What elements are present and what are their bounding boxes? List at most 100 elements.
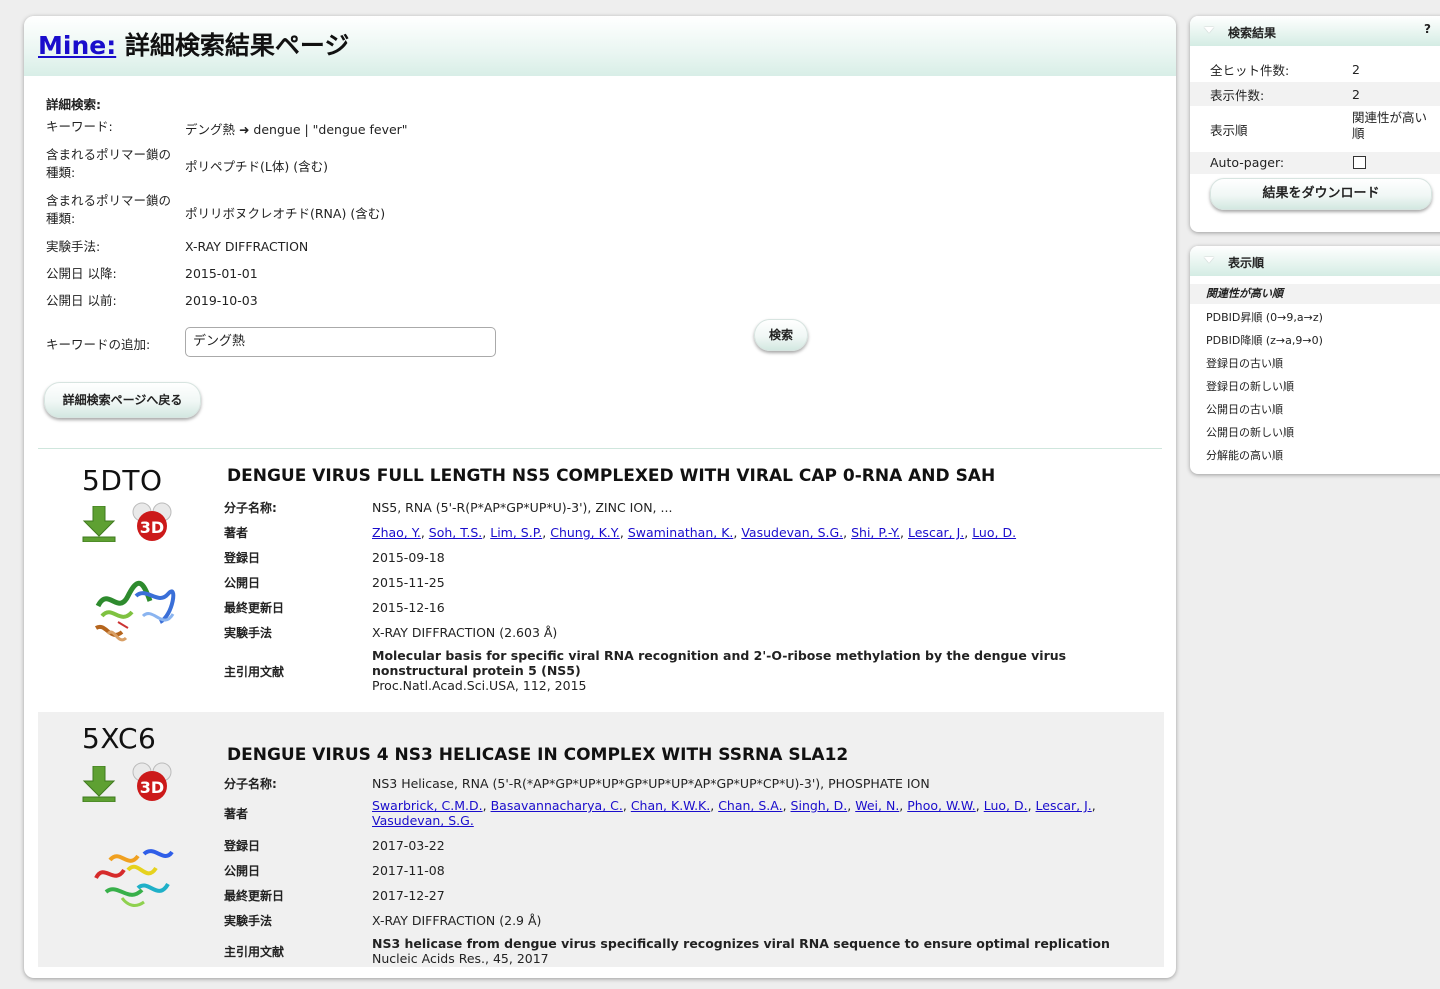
sort-option-pdbid-asc[interactable]: PDBID昇順 (0→9,a→z)	[1206, 309, 1323, 325]
author-link[interactable]: Chung, K.Y.	[550, 525, 620, 540]
criteria-value: ポリペプチド(L体) (含む)	[185, 159, 328, 174]
sort-option-pdbid-desc[interactable]: PDBID降順 (z→a,9→0)	[1206, 332, 1323, 348]
deposited-label: 登録日	[224, 551, 261, 565]
method-value: X-RAY DIFFRACTION (2.9 Å)	[372, 913, 542, 928]
sort-order-label: 表示順	[1210, 123, 1248, 138]
shown-count-row: 表示件数: 2	[1190, 82, 1440, 106]
citation-title[interactable]: nonstructural protein 5 (NS5)	[372, 663, 1066, 678]
author-link[interactable]: Vasudevan, S.G.	[372, 813, 474, 828]
download-arrow-icon[interactable]	[82, 766, 116, 802]
author-link[interactable]: Soh, T.S.	[429, 525, 483, 540]
criteria-label: キーワード:	[46, 119, 113, 134]
authors-line: Vasudevan, S.G.	[372, 813, 1096, 828]
released-value: 2015-11-25	[372, 575, 445, 590]
entry-title[interactable]: DENGUE VIRUS 4 NS3 HELICASE IN COMPLEX W…	[227, 745, 848, 765]
total-hits-label: 全ヒット件数:	[1210, 63, 1290, 78]
autopager-checkbox[interactable]	[1353, 156, 1366, 169]
revised-value: 2017-12-27	[372, 888, 445, 903]
author-link[interactable]: Swarbrick, C.M.D.	[372, 798, 483, 813]
chevron-down-icon	[1204, 27, 1214, 33]
add-keyword-input[interactable]: デング熱	[185, 327, 496, 357]
citation-title[interactable]: NS3 helicase from dengue virus specifica…	[372, 936, 1110, 951]
author-link[interactable]: Chan, K.W.K.	[631, 798, 710, 813]
deposited-value: 2017-03-22	[372, 838, 445, 853]
summary-panel-header[interactable]: 検索結果 ?	[1190, 16, 1440, 46]
molecule-label: 分子名称:	[224, 777, 277, 791]
sort-option-resolution[interactable]: 分解能の高い順	[1206, 447, 1283, 463]
method-label: 実験手法	[224, 914, 273, 928]
total-hits-value: 2	[1352, 62, 1360, 77]
page-title-text: 詳細検索結果ページ	[124, 31, 350, 60]
main-panel: Mine: 詳細検索結果ページ 詳細検索: キーワード: デング熱 ➜ deng…	[24, 16, 1176, 978]
criteria-label: 含まれるポリマー鎖の種類:	[46, 193, 172, 226]
authors-line: Swarbrick, C.M.D., Basavannacharya, C., …	[372, 798, 1096, 813]
released-label: 公開日	[224, 864, 261, 878]
molecule-value: NS5, RNA (5'-R(P*AP*GP*UP*U)-3'), ZINC I…	[372, 500, 673, 515]
sort-order-row: 表示順 関連性が高い順	[1190, 108, 1440, 148]
search-summary-panel: 検索結果 ? 全ヒット件数: 2 表示件数: 2 表示順 関連性が高い順 Aut…	[1190, 16, 1440, 232]
author-link[interactable]: Zhao, Y.	[372, 525, 421, 540]
chevron-down-icon	[1204, 257, 1214, 263]
author-link[interactable]: Luo, D.	[972, 525, 1016, 540]
total-hits-row: 全ヒット件数: 2	[1190, 60, 1440, 80]
citation-journal: Nucleic Acids Res., 45, 2017	[372, 951, 549, 966]
back-to-advanced-search-button[interactable]: 詳細検索ページへ戻る	[44, 382, 201, 418]
author-link[interactable]: Wei, N.	[855, 798, 899, 813]
author-link[interactable]: Phoo, W.W.	[907, 798, 976, 813]
released-label: 公開日	[224, 576, 261, 590]
pdbid[interactable]: 5XC6	[82, 722, 156, 755]
criteria-label: 含まれるポリマー鎖の種類:	[46, 147, 172, 180]
author-link[interactable]: Shi, P.-Y.	[851, 525, 900, 540]
mine-link[interactable]: Mine:	[38, 31, 116, 60]
author-link[interactable]: Swaminathan, K.	[628, 525, 734, 540]
criteria-value: 2019-10-03	[185, 293, 258, 308]
autopager-label: Auto-pager:	[1210, 155, 1285, 170]
search-button[interactable]: 検索	[754, 319, 808, 351]
author-link[interactable]: Basavannacharya, C.	[491, 798, 623, 813]
add-keyword-label: キーワードの追加:	[46, 337, 151, 352]
author-link[interactable]: Luo, D.	[984, 798, 1028, 813]
sort-panel-header[interactable]: 表示順	[1190, 246, 1440, 276]
sort-option-released-oldest[interactable]: 公開日の古い順	[1206, 401, 1283, 417]
3d-view-icon[interactable]: 3D	[130, 502, 174, 542]
criteria-value: X-RAY DIFFRACTION	[185, 239, 309, 254]
citation-label: 主引用文献	[224, 945, 285, 959]
molecule-value: NS3 Helicase, RNA (5'-R(*AP*GP*UP*UP*GP*…	[372, 776, 930, 791]
author-link[interactable]: Lescar, J.	[908, 525, 964, 540]
citation-value: NS3 helicase from dengue virus specifica…	[372, 936, 1110, 966]
autopager-row: Auto-pager:	[1190, 152, 1440, 174]
shown-count-value: 2	[1352, 87, 1360, 102]
pdbid[interactable]: 5DTO	[82, 464, 163, 497]
entry-title[interactable]: DENGUE VIRUS FULL LENGTH NS5 COMPLEXED W…	[227, 466, 995, 486]
citation-title[interactable]: Molecular basis for specific viral RNA r…	[372, 648, 1066, 663]
authors-label: 著者	[224, 526, 249, 540]
structure-thumbnail[interactable]	[88, 840, 178, 912]
structure-thumbnail[interactable]	[88, 576, 178, 648]
svg-text:3D: 3D	[140, 518, 164, 537]
sort-option-relevance[interactable]: 関連性が高い順	[1190, 284, 1440, 304]
sort-panel-title: 表示順	[1228, 256, 1265, 270]
author-link[interactable]: Singh, D.	[791, 798, 848, 813]
criteria-label: 実験手法:	[46, 239, 101, 254]
sort-option-deposited-oldest[interactable]: 登録日の古い順	[1206, 355, 1283, 371]
3d-view-icon[interactable]: 3D	[130, 762, 174, 802]
help-icon[interactable]: ?	[1424, 22, 1431, 36]
download-arrow-icon[interactable]	[82, 506, 116, 542]
citation-label: 主引用文献	[224, 665, 285, 679]
author-link[interactable]: Lescar, J.	[1036, 798, 1092, 813]
criteria-value: デング熱 ➜ dengue | "dengue fever"	[185, 122, 408, 137]
author-link[interactable]: Chan, S.A.	[718, 798, 782, 813]
sort-order-panel: 表示順 関連性が高い順 PDBID昇順 (0→9,a→z) PDBID降順 (z…	[1190, 246, 1440, 474]
criteria-value: 2015-01-01	[185, 266, 258, 281]
authors-list: Swarbrick, C.M.D., Basavannacharya, C., …	[372, 798, 1096, 828]
deposited-value: 2015-09-18	[372, 550, 445, 565]
authors-label: 著者	[224, 807, 249, 821]
download-results-button[interactable]: 結果をダウンロード	[1210, 178, 1432, 210]
method-value: X-RAY DIFFRACTION (2.603 Å)	[372, 625, 558, 640]
author-link[interactable]: Vasudevan, S.G.	[741, 525, 843, 540]
sort-option-released-newest[interactable]: 公開日の新しい順	[1206, 424, 1294, 440]
result-entry-5xc6: 5XC6 3D DENGUE VIRUS 4 NS3 HELICASE IN C…	[38, 712, 1164, 967]
svg-text:3D: 3D	[140, 778, 164, 797]
sort-option-deposited-newest[interactable]: 登録日の新しい順	[1206, 378, 1294, 394]
author-link[interactable]: Lim, S.P.	[490, 525, 542, 540]
